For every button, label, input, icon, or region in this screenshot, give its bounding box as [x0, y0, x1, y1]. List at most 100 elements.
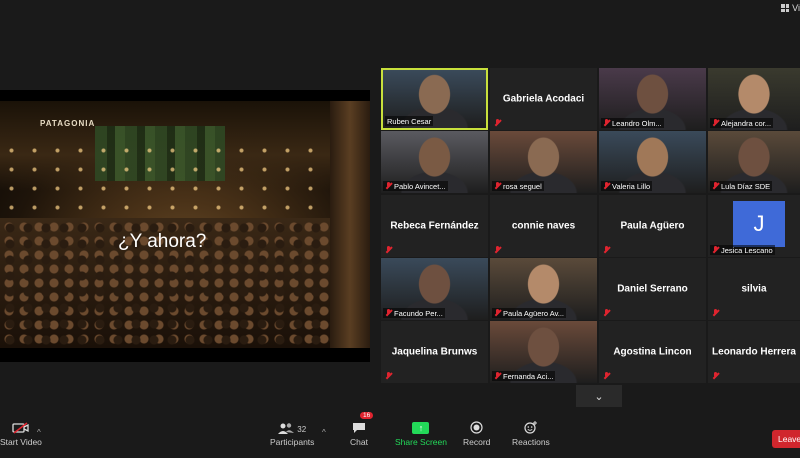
participant-avatar: J: [733, 201, 785, 247]
share-screen-icon: ↑: [412, 418, 430, 434]
chat-badge: 16: [359, 412, 374, 419]
participants-icon: 32: [278, 418, 306, 434]
participant-tile[interactable]: Ruben Cesar: [381, 68, 488, 130]
reactions-button[interactable]: Reactions: [512, 418, 550, 447]
mic-muted-icon: [712, 372, 719, 380]
participant-name: Paula Agüero: [620, 220, 685, 232]
participants-options-caret[interactable]: ^: [322, 428, 326, 437]
mic-muted-icon: [603, 309, 610, 317]
participant-tile[interactable]: Leonardo Herrera: [708, 321, 800, 383]
mic-muted-icon: [712, 309, 719, 317]
participant-name: Leonardo Herrera: [712, 346, 796, 358]
leave-button[interactable]: Leave: [772, 430, 800, 448]
participant-tile[interactable]: Daniel Serrano: [599, 258, 706, 320]
grid-view-icon: [781, 4, 790, 12]
participant-tile[interactable]: Jaquelina Brunws: [381, 321, 488, 383]
participant-name-label: Ruben Cesar: [387, 116, 432, 126]
share-screen-button[interactable]: ↑ Share Screen: [395, 418, 447, 447]
participant-name: Rebeca Fernández: [390, 220, 479, 232]
record-button[interactable]: Record: [463, 418, 490, 447]
participant-name-label: Valeria Lillo: [612, 181, 651, 191]
participant-tile[interactable]: connie naves: [490, 195, 597, 257]
participants-label: Participants: [270, 437, 315, 447]
participant-label: Leandro Olm...: [601, 118, 664, 128]
participant-label: [492, 245, 503, 255]
mic-muted-icon: [494, 372, 501, 380]
chat-icon: 16: [352, 412, 374, 434]
participant-name-label: Fernanda Aci...: [503, 371, 554, 381]
participant-name-label: Jesica Lescano: [721, 245, 773, 255]
participant-label: Jesica Lescano: [710, 245, 775, 255]
chat-label: Chat: [350, 437, 368, 447]
participant-label: Pablo Avincet...: [383, 181, 448, 191]
mic-muted-icon: [494, 309, 501, 317]
mic-muted-icon: [712, 182, 719, 190]
mic-muted-icon: [494, 119, 501, 127]
participant-label: Valeria Lillo: [601, 181, 653, 191]
participant-label: [383, 371, 394, 381]
participant-tile[interactable]: Paula Agüero Av...: [490, 258, 597, 320]
reactions-icon: [524, 418, 538, 434]
participant-name-label: Facundo Per...: [394, 308, 443, 318]
participant-name: Agostina Lincon: [613, 346, 692, 358]
shared-screen: PATAGONIA ¿Y ahora?: [0, 90, 370, 362]
start-video-button[interactable]: Start Video: [0, 418, 42, 447]
participant-tile[interactable]: Lula Díaz SDE: [708, 131, 800, 193]
participant-name-label: Pablo Avincet...: [394, 181, 446, 191]
mic-muted-icon: [385, 246, 392, 254]
participant-label: [492, 118, 503, 128]
view-label: Vi: [792, 3, 800, 13]
mic-muted-icon: [712, 246, 719, 254]
participant-label: [710, 371, 721, 381]
shared-screen-caption: ¿Y ahora?: [118, 231, 207, 252]
participant-name-label: rosa seguel: [503, 181, 542, 191]
mic-muted-icon: [494, 246, 501, 254]
mic-muted-icon: [712, 119, 719, 127]
participant-tile[interactable]: J Jesica Lescano: [708, 195, 800, 257]
participant-tile[interactable]: Rebeca Fernández: [381, 195, 488, 257]
mic-muted-icon: [603, 246, 610, 254]
participant-label: Alejandra cor...: [710, 118, 774, 128]
participant-name-label: Alejandra cor...: [721, 118, 772, 128]
chat-button[interactable]: 16 Chat: [350, 412, 374, 447]
participants-count: 32: [297, 425, 307, 434]
gallery-more-button[interactable]: ⌄: [576, 385, 622, 407]
mic-muted-icon: [385, 309, 392, 317]
participant-label: [601, 245, 612, 255]
participant-label: Lula Díaz SDE: [710, 181, 773, 191]
participant-label: [710, 308, 721, 318]
participant-name: Daniel Serrano: [617, 283, 688, 295]
participant-tile[interactable]: Facundo Per...: [381, 258, 488, 320]
participant-tile[interactable]: Pablo Avincet...: [381, 131, 488, 193]
mic-muted-icon: [385, 182, 392, 190]
participant-tile[interactable]: Valeria Lillo: [599, 131, 706, 193]
meeting-toolbar: Start Video ^ 32 Participants ^ 16 Chat …: [0, 412, 800, 458]
participant-tile[interactable]: silvia: [708, 258, 800, 320]
participants-button[interactable]: 32 Participants: [270, 418, 314, 447]
chevron-down-icon: ⌄: [594, 390, 604, 403]
video-options-caret[interactable]: ^: [37, 428, 41, 437]
top-bar: Vi: [0, 0, 800, 20]
participant-tile[interactable]: Gabriela Acodaci: [490, 68, 597, 130]
participant-name-label: Leandro Olm...: [612, 118, 662, 128]
record-icon: [470, 418, 483, 434]
participant-label: [601, 371, 612, 381]
participant-label: Ruben Cesar: [385, 116, 434, 126]
mic-muted-icon: [603, 182, 610, 190]
participant-name: connie naves: [511, 220, 576, 232]
record-label: Record: [463, 437, 491, 447]
mic-muted-icon: [385, 372, 392, 380]
participant-tile[interactable]: Paula Agüero: [599, 195, 706, 257]
participant-tile[interactable]: Alejandra cor...: [708, 68, 800, 130]
view-button[interactable]: Vi: [781, 3, 800, 13]
start-video-label: Start Video: [0, 437, 42, 447]
participant-label: [601, 308, 612, 318]
participant-tile[interactable]: rosa seguel: [490, 131, 597, 193]
venue-sign: PATAGONIA: [40, 119, 96, 128]
participant-tile[interactable]: Leandro Olm...: [599, 68, 706, 130]
participant-tile[interactable]: Agostina Lincon: [599, 321, 706, 383]
mic-muted-icon: [603, 119, 610, 127]
shared-screen-image: PATAGONIA ¿Y ahora?: [0, 101, 370, 348]
participant-tile[interactable]: Fernanda Aci...: [490, 321, 597, 383]
participant-name: silvia: [741, 283, 767, 295]
